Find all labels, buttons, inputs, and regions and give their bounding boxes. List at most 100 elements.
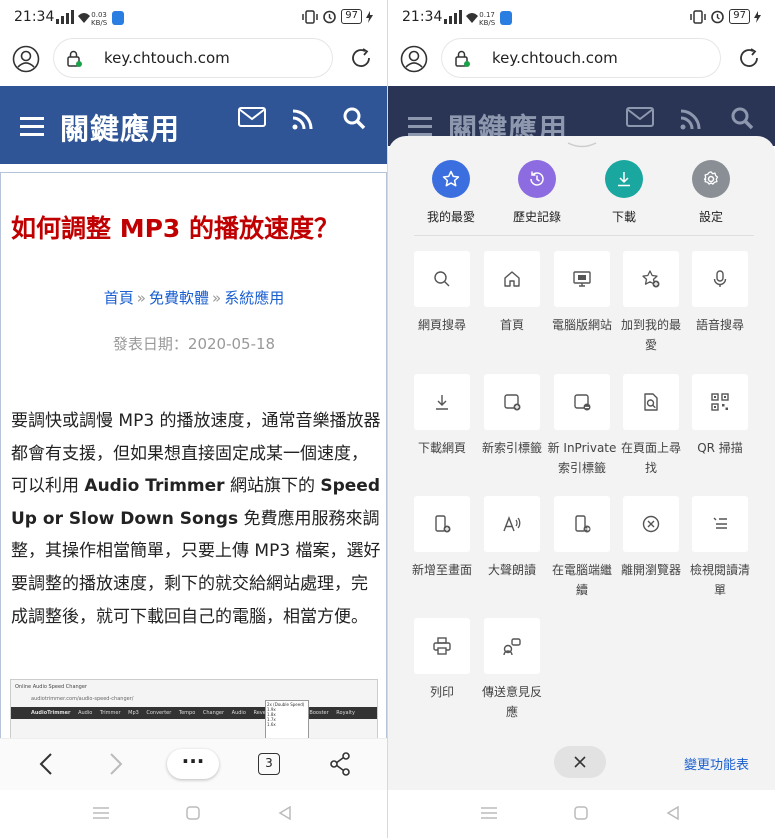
new-tab-icon [504,394,521,411]
menu-web-search[interactable]: 網頁搜尋 [407,251,477,335]
close-icon [574,756,586,768]
home-nav-icon[interactable] [186,806,200,820]
system-nav-bar [0,790,387,838]
menu-new-inprivate-tab[interactable]: 新 InPrivate 索引標籤 [547,374,617,478]
network-speed: 0.17 KB/S [479,11,496,27]
network-speed: 0.03 KB/S [91,11,108,27]
breadcrumb-system-apps[interactable]: 系統應用 [224,289,284,307]
battery-level: 97 [341,9,362,24]
back-icon[interactable] [38,752,54,776]
article-content: 如何調整 MP3 的播放速度？ 首頁» 免費軟體» 系統應用 發表日期：2020-0… [0,172,387,738]
menu-read-aloud[interactable]: 大聲朗讀 [477,496,547,580]
url-field[interactable]: key.chtouch.com [442,39,720,77]
home-icon [504,271,520,287]
breadcrumb-sep: » [136,289,146,307]
home-nav-icon[interactable] [574,806,588,820]
site-header: 關鍵應用 [0,86,387,164]
menu-add-favorite[interactable]: 加到我的最愛 [616,251,686,355]
browser-menu-screen: 21:34 0.17KB/S 97 key.chtouch.com 關鍵應用 [388,0,775,838]
back-nav-icon[interactable] [666,806,680,820]
menu-download-page[interactable]: 下載網頁 [407,374,477,458]
browser-page-screen: 21:34 0.03 KB/S 97 key.chtouch.com 關鍵應用 如… [0,0,387,838]
menu-separator [414,235,754,236]
close-circle-icon [642,515,660,533]
breadcrumb-free-software[interactable]: 免費軟體 [149,289,209,307]
menu-desktop-site[interactable]: 電腦版網站 [547,251,617,335]
menu-send-feedback[interactable]: 傳送意見反應 [477,618,547,722]
menu-exit-browser[interactable]: 離開瀏覽器 [616,496,686,580]
battery-level: 97 [729,9,750,24]
close-menu-button[interactable] [554,746,606,778]
status-right: 97 [690,9,761,24]
menu-reading-list[interactable]: 檢視閱讀清單 [685,496,755,600]
lock-icon [67,50,82,67]
menu-voice-search[interactable]: 語音搜尋 [685,251,755,335]
share-icon[interactable] [329,752,351,776]
status-bar: 21:34 0.03 KB/S 97 [0,0,387,36]
site-title[interactable]: 關鍵應用 [60,106,180,148]
browser-menu-sheet: 我的最愛 歷史記錄 下載 設定 網頁搜尋 首頁 電腦版網站 加到我的最愛 語音搜… [388,136,775,790]
profile-avatar-icon[interactable] [12,45,40,73]
microphone-icon [713,270,727,287]
back-nav-icon[interactable] [278,806,292,820]
browser-toolbar: ··· 3 [0,738,387,790]
desktop-icon [573,271,591,287]
downloads-button[interactable]: 下載 [586,160,662,225]
reload-icon[interactable] [737,46,761,70]
change-menu-link[interactable]: 變更功能表 [684,754,749,773]
menu-add-to-home-screen[interactable]: 新增至畫面 [407,496,477,580]
downloads-circle [605,160,643,198]
address-bar: key.chtouch.com [0,36,387,82]
vibrate-icon [690,9,707,24]
profile-avatar-icon[interactable] [400,45,428,73]
forward-icon[interactable] [108,752,124,776]
article-paragraph: 要調快或調慢 MP3 的播放速度，通常音樂播放器都會有支援，但如果想直接固定成某… [11,411,381,627]
menu-icon[interactable] [20,116,44,136]
menu-qr-scan[interactable]: QR 掃描 [685,374,755,458]
signal-icon [56,10,90,24]
status-bar: 21:34 0.17 KB/S 97 [388,0,775,36]
continue-on-pc-icon [575,515,591,533]
breadcrumb: 首頁» 免費軟體» 系統應用 [1,287,386,308]
star-icon [442,170,460,187]
charging-icon [366,10,373,23]
gear-icon [703,171,719,185]
mail-icon[interactable] [238,107,266,127]
url-text: key.chtouch.com [104,49,230,67]
more-menu-button[interactable]: ··· [167,749,219,779]
menu-new-tab[interactable]: 新索引標籤 [477,374,547,458]
history-button[interactable]: 歷史記錄 [499,160,575,225]
settings-button[interactable]: 設定 [673,160,749,225]
menu-print[interactable]: 列印 [407,618,477,702]
star-add-icon [642,270,660,288]
tab-count-button[interactable]: 3 [258,753,280,775]
screenshot-url: audiotrimmer.com/audio-speed-changer/ [31,696,134,702]
feedback-icon [503,638,521,656]
menu-find-on-page[interactable]: 在頁面上尋找 [616,374,686,478]
find-in-page-icon [644,393,658,411]
menu-home[interactable]: 首頁 [477,251,547,335]
lock-icon [455,50,470,67]
menu-continue-on-pc[interactable]: 在電腦端繼續 [547,496,617,600]
reload-icon[interactable] [349,46,373,70]
mail-icon [626,107,654,127]
rss-icon[interactable] [292,108,314,130]
url-field[interactable]: key.chtouch.com [54,39,332,77]
sheet-handle[interactable] [566,142,598,148]
inprivate-tab-icon [574,394,591,411]
download-icon [436,395,448,410]
screenshot-dropdown: 2x (Double Speed) 1.9x 1.8x 1.7x 1.6x [265,700,309,738]
rss-icon [680,109,701,130]
favorites-circle [432,160,470,198]
favorites-button[interactable]: 我的最愛 [413,160,489,225]
search-icon[interactable] [342,106,366,130]
breadcrumb-home[interactable]: 首頁 [104,289,134,307]
recent-apps-icon[interactable] [93,807,109,819]
bluetooth-icon [500,11,512,25]
audio-trimmer-text: Audio Trimmer [84,476,225,497]
recent-apps-icon[interactable] [481,807,497,819]
reading-list-icon [713,517,727,529]
menu-icon [408,117,432,136]
settings-circle [692,160,730,198]
breadcrumb-sep: » [212,289,222,307]
